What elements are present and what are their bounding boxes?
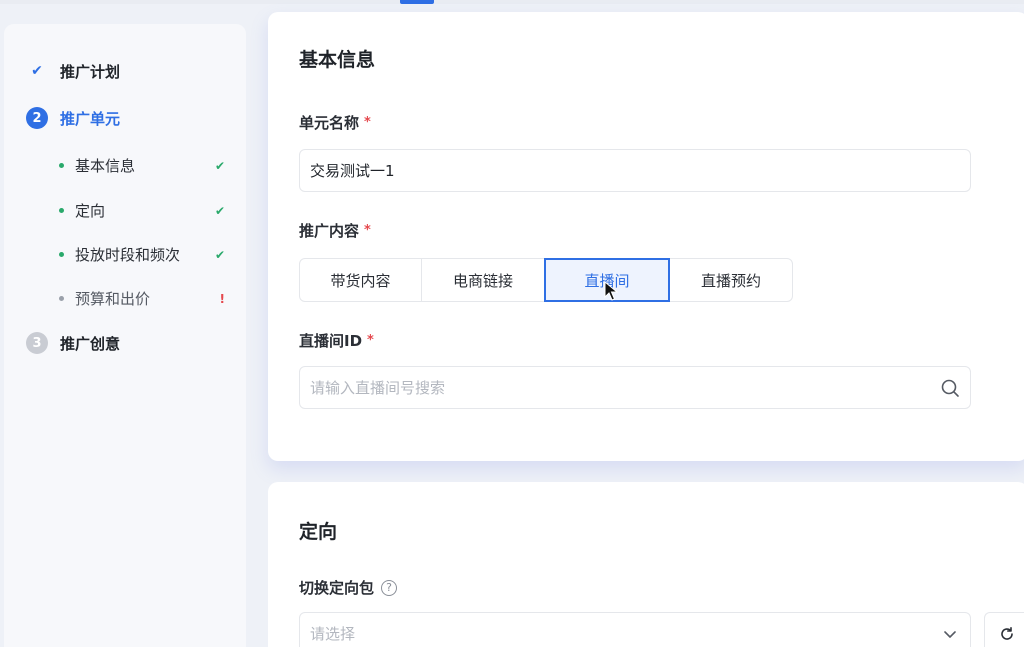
targeting-card: 定向 切换定向包 ? 请选择 xyxy=(268,482,1024,647)
section-title: 基本信息 xyxy=(299,49,376,71)
check-icon: ✔ xyxy=(214,158,225,173)
basic-info-card: 基本信息 单元名称 * 交易测试一1 推广内容 * 带货内容 电商链接 直播间 直播… xyxy=(268,12,1024,461)
substep-basic-info[interactable]: 基本信息 ✔ xyxy=(59,155,229,176)
step-sidebar: ✔ 推广计划 2 推广单元 基本信息 ✔ 定向 ✔ 投放时段和频次 ✔ 预算和出… xyxy=(4,24,246,647)
substep-targeting[interactable]: 定向 ✔ xyxy=(59,200,229,221)
unit-name-input[interactable]: 交易测试一1 xyxy=(299,149,971,192)
targeting-package-select[interactable]: 请选择 xyxy=(299,612,971,647)
step-label: 推广单元 xyxy=(60,109,121,128)
mouse-cursor-icon xyxy=(604,281,618,301)
step-number-badge: 2 xyxy=(26,107,48,129)
bullet-dot xyxy=(59,208,64,213)
step-promo-plan[interactable]: ✔ 推广计划 xyxy=(26,60,120,82)
substep-budget[interactable]: 预算和出价 ! xyxy=(59,288,229,309)
unit-name-label: 单元名称 * xyxy=(299,114,371,132)
substep-label: 投放时段和频次 xyxy=(75,246,181,264)
substep-schedule[interactable]: 投放时段和频次 ✔ xyxy=(59,244,229,265)
refresh-button[interactable] xyxy=(984,612,1024,647)
warning-icon: ! xyxy=(219,291,225,306)
bullet-dot xyxy=(59,163,64,168)
step-label: 推广创意 xyxy=(60,334,121,353)
required-mark: * xyxy=(367,333,374,348)
chevron-down-icon xyxy=(944,631,956,638)
substep-label: 定向 xyxy=(75,202,106,220)
substep-label: 基本信息 xyxy=(75,157,136,175)
required-mark: * xyxy=(364,115,371,130)
content-label: 推广内容 * xyxy=(299,222,371,240)
search-icon[interactable] xyxy=(940,378,960,398)
substep-label: 预算和出价 xyxy=(75,290,151,308)
step-promo-creative[interactable]: 3 推广创意 xyxy=(26,332,120,354)
refresh-icon xyxy=(1000,626,1013,640)
content-type-tabs: 带货内容 电商链接 直播间 直播预约 xyxy=(299,258,793,302)
check-icon: ✔ xyxy=(214,203,225,218)
room-id-search-input[interactable]: 请输入直播间号搜索 xyxy=(299,366,971,409)
top-tab-indicator xyxy=(400,0,434,4)
check-icon: ✔ xyxy=(214,247,225,262)
targeting-package-label: 切换定向包 ? xyxy=(299,577,398,598)
tab-live-reservation[interactable]: 直播预约 xyxy=(669,258,793,302)
section-title: 定向 xyxy=(299,521,338,543)
help-icon[interactable]: ? xyxy=(381,579,398,596)
bullet-dot xyxy=(59,252,64,257)
check-icon: ✔ xyxy=(31,63,43,79)
step-promo-unit[interactable]: 2 推广单元 xyxy=(26,107,120,129)
top-divider xyxy=(0,0,1024,4)
step-number-badge: 3 xyxy=(26,332,48,354)
input-value: 交易测试一1 xyxy=(310,162,395,180)
tab-goods-content[interactable]: 带货内容 xyxy=(299,258,422,302)
bullet-dot xyxy=(59,296,64,301)
input-placeholder: 请输入直播间号搜索 xyxy=(310,379,446,397)
tab-ecommerce-link[interactable]: 电商链接 xyxy=(421,258,545,302)
select-placeholder: 请选择 xyxy=(310,625,356,643)
required-mark: * xyxy=(364,223,371,238)
step-label: 推广计划 xyxy=(60,62,121,81)
room-id-label: 直播间ID * xyxy=(299,332,374,350)
